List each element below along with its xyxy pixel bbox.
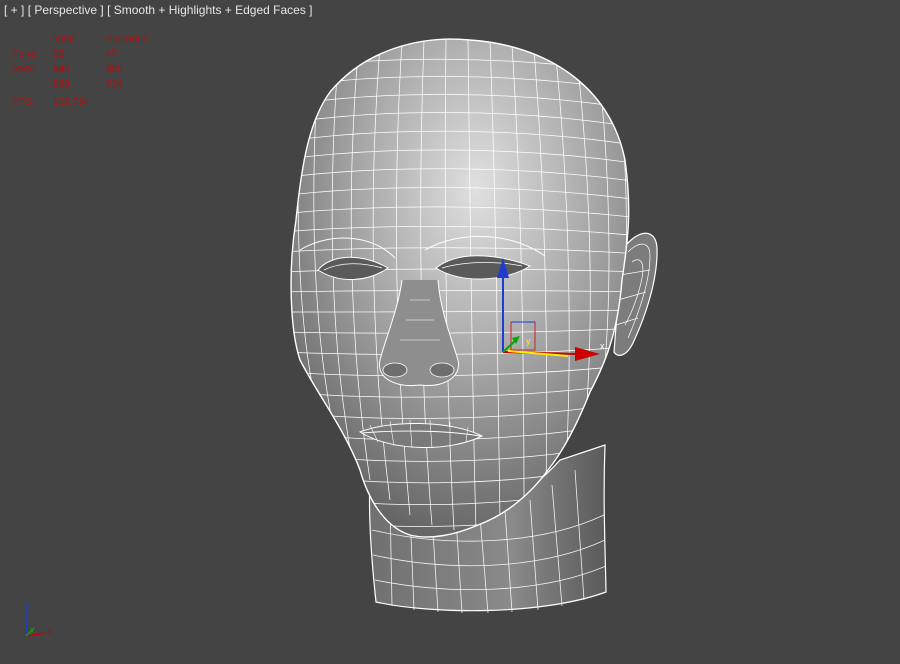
fps-value: 109.734 <box>53 97 90 108</box>
world-y-label: y <box>30 624 35 634</box>
viewport-canvas[interactable]: y x z x y <box>0 0 900 664</box>
world-axis-tripod: z x y <box>25 601 53 637</box>
stats-header-total: Total <box>53 34 75 45</box>
stats-selected-value: 22 734 <box>106 64 123 90</box>
world-z-label: z <box>25 601 30 611</box>
stats-total-value: 90 889 <box>53 64 70 90</box>
viewport-menu-plus[interactable]: [ + ] <box>4 3 24 17</box>
fps-label: FPS: <box>12 97 35 108</box>
viewport-menu-shading[interactable]: [ Smooth + Highlights + Edged Faces ] <box>107 3 312 17</box>
viewport-menu-perspective[interactable]: [ Perspective ] <box>28 3 104 17</box>
stats-header-selection: Plane003 <box>106 34 149 45</box>
gizmo-x-label: x <box>600 341 605 351</box>
gizmo-y-label: y <box>526 336 531 346</box>
world-x-label: x <box>48 626 53 636</box>
stats-row-label: Polys: <box>12 49 40 60</box>
perspective-viewport[interactable]: y x z x y [ + ] [ Perspective ] [ Smooth… <box>0 0 900 664</box>
viewport-label: [ + ] [ Perspective ] [ Smooth + Highlig… <box>4 3 313 17</box>
stats-row-label: Verts: <box>12 64 38 75</box>
